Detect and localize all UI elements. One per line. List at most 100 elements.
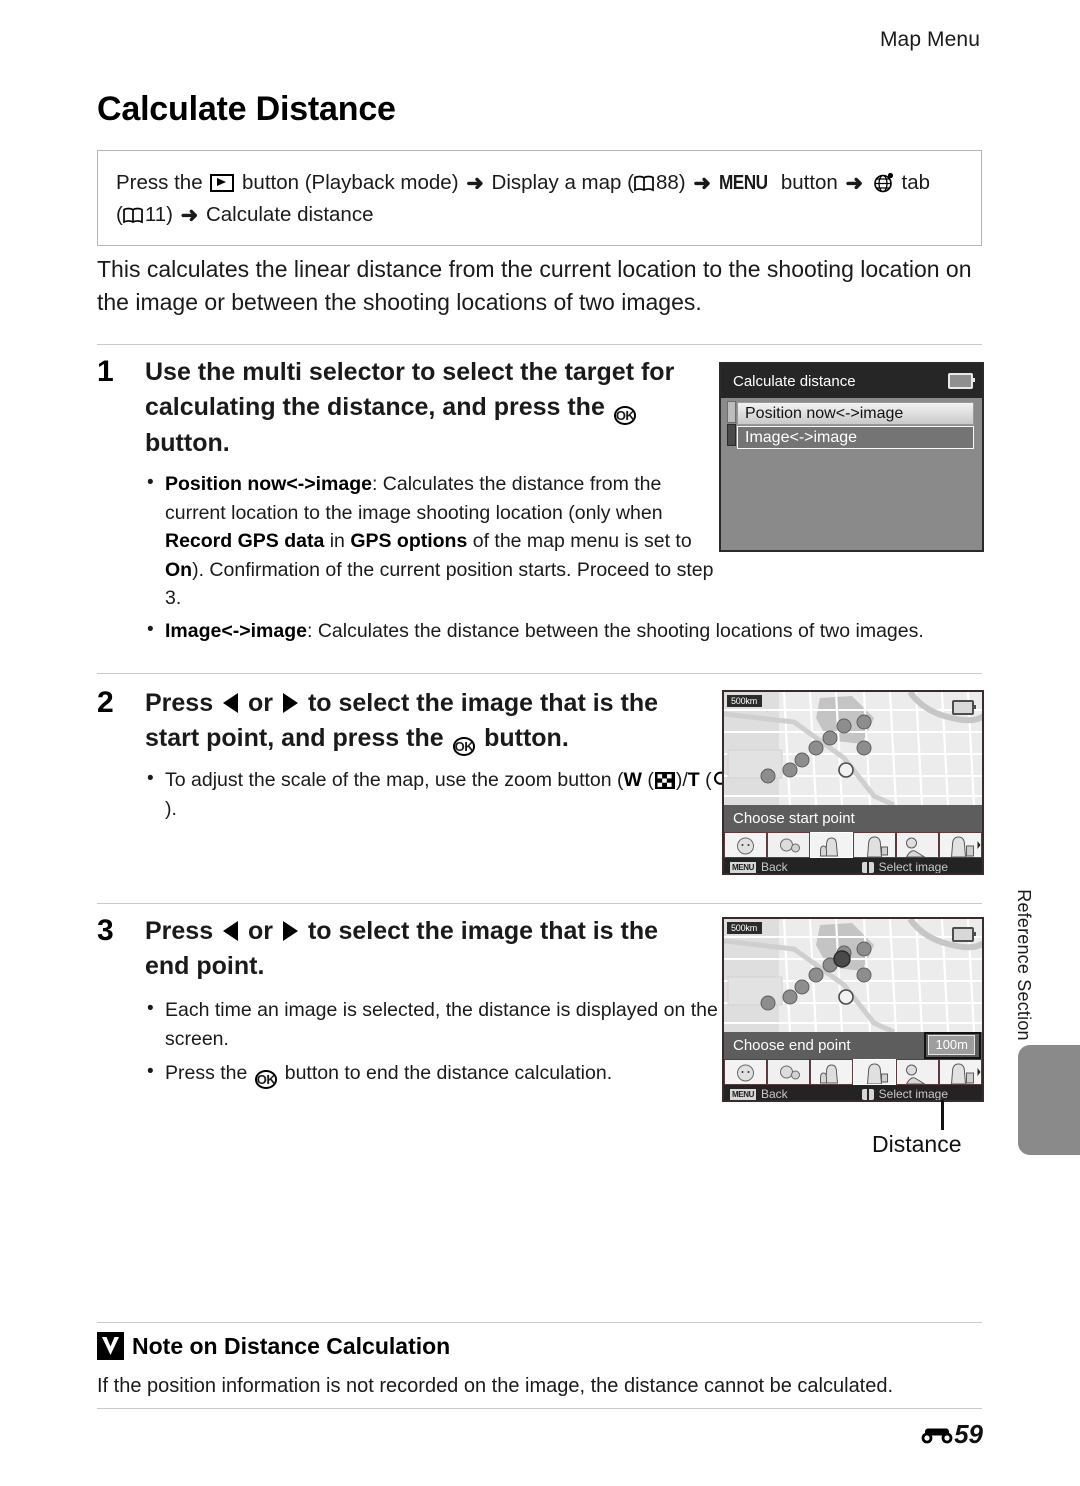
map-canvas-start (724, 692, 982, 805)
bullet-distance-displayed: Each time an image is selected, the dist… (145, 995, 740, 1053)
callout-leader-line (941, 1100, 944, 1130)
step-1-heading: Use the multi selector to select the tar… (145, 355, 700, 461)
thumbnail-6[interactable] (939, 832, 982, 858)
thumbnail-3-selected[interactable] (810, 832, 853, 858)
nav-tab-word: tab (901, 171, 931, 194)
reference-section-icon (921, 1428, 953, 1444)
step-2: 2 Press or to select the image that is t… (97, 686, 740, 824)
page-number: 59 (954, 1419, 983, 1449)
thumbnail-grid-icon (654, 772, 675, 789)
step-2-heading-or: or (248, 689, 274, 717)
camera-screen-choose-end-point: 500km Choose end point 100m MENU Back Se… (722, 917, 984, 1102)
ok-button-icon-3: OK (254, 1070, 278, 1089)
bullet-zoom-scale: To adjust the scale of the map, use the … (145, 765, 740, 823)
map-scale-label-end: 500km (727, 922, 763, 934)
menu-title: Calculate distance (733, 372, 856, 390)
divider-step2 (97, 673, 982, 674)
menu-scroll-indicator-1 (727, 401, 736, 423)
arrow-icon-3: ➜ (845, 172, 864, 195)
select-image-group-start: Select image (861, 858, 948, 873)
step-1-heading-text-b: button. (145, 429, 230, 457)
select-image-label-start[interactable]: Select image (879, 858, 948, 873)
thumbnail-1[interactable] (724, 832, 767, 858)
thumbnail-6-end[interactable] (939, 1059, 982, 1085)
left-right-chip-icon-end (861, 1089, 874, 1100)
bullet-zoom-text-a: To adjust the scale of the map, use the … (165, 769, 624, 791)
filmstrip-start (724, 832, 982, 858)
divider-step1 (97, 344, 982, 345)
divider-step3 (97, 903, 982, 904)
divider-note-bottom (97, 1408, 982, 1409)
thumbnail-2-end[interactable] (767, 1059, 810, 1085)
thumbnail-5-end[interactable] (896, 1059, 939, 1085)
bullet-image-image-text: : Calculates the distance between the sh… (306, 619, 924, 642)
nav-playback-mode: button (Playback mode) (242, 171, 459, 194)
step-2-heading: Press or to select the image that is the… (145, 686, 690, 757)
menu-item-image-image[interactable]: Image<->image (737, 426, 974, 449)
bold-gps-options: GPS options (350, 530, 468, 552)
menu-chip-icon-start: MENU (730, 862, 756, 873)
map-bottombar-end: MENU Back Select image (724, 1085, 982, 1100)
page-title: Calculate Distance (97, 90, 396, 128)
nav-display-map: Display a map ( (491, 171, 634, 194)
menu-item-position-now-image[interactable]: Position now<->image (737, 402, 974, 425)
select-image-group-end: Select image (861, 1085, 948, 1100)
multi-selector-left-icon-2 (223, 921, 239, 941)
side-tab-label: Reference Section (1014, 889, 1034, 1041)
nav-calculate-distance: Calculate distance (205, 203, 374, 226)
map-caption-end-text: Choose end point (733, 1037, 851, 1054)
map-caption-start: Choose start point (724, 805, 982, 832)
step-2-bullets: To adjust the scale of the map, use the … (145, 765, 740, 823)
battery-icon-map-start (952, 700, 976, 715)
bullet-zoom-text-b: ). (165, 797, 177, 820)
nav-page-ref-88: 88) (655, 171, 686, 194)
menu-button-icon: MENU (718, 172, 768, 194)
zoom-wide-label: W (623, 769, 642, 791)
multi-selector-left-icon (223, 693, 239, 713)
book-icon-2 (122, 207, 143, 223)
callout-label-distance: Distance (872, 1131, 962, 1157)
running-header: Map Menu (879, 28, 980, 51)
thumbnail-3-end[interactable] (810, 1059, 853, 1085)
distance-badge: 100m (928, 1035, 975, 1055)
book-icon (634, 175, 654, 191)
camera-screen-choose-start-point: 500km Choose start point MENU Back Selec… (722, 690, 984, 875)
arrow-icon-4: ➜ (180, 204, 199, 227)
bullet-term-position-now-image: Position now<->image (165, 473, 372, 495)
bold-record-gps-data: Record GPS data (165, 530, 325, 552)
bullet-press-ok-to-end: Press the OK button to end the distance … (145, 1058, 740, 1090)
intro-paragraph: This calculates the linear distance from… (97, 256, 972, 315)
back-label-start[interactable]: Back (761, 858, 788, 873)
bullet-press-ok-text-a: Press the (165, 1062, 248, 1084)
nav-page-ref-11: 11) (144, 203, 173, 226)
thumbnail-4[interactable] (853, 832, 896, 858)
arrow-icon: ➜ (466, 172, 484, 195)
bullet-distance-displayed-text: Each time an image is selected, the dist… (165, 999, 718, 1050)
thumbnail-1-end[interactable] (724, 1059, 767, 1085)
menu-titlebar: Calculate distance (721, 364, 982, 398)
back-label-end[interactable]: Back (761, 1085, 788, 1100)
bullet-text-b: in (324, 530, 351, 552)
bullet-image-image: Image<->image: Calculates the distance b… (145, 616, 1030, 646)
map-bottombar-start: MENU Back Select image (724, 858, 982, 873)
select-image-label-end[interactable]: Select image (879, 1085, 948, 1100)
step-3-heading-press: Press (145, 917, 214, 945)
multi-selector-right-icon-2 (282, 921, 298, 941)
step-2-heading-text: to select the image that is the start po… (145, 689, 659, 752)
bullet-press-ok-text-b: button to end the distance calculation. (284, 1062, 613, 1084)
nav-press-the: Press the (116, 171, 203, 194)
step-2-number: 2 (97, 686, 114, 719)
bold-on: On (165, 558, 193, 581)
bullet-position-now-image: Position now<->image: Calculates the dis… (145, 469, 725, 613)
multi-selector-right-icon (282, 693, 298, 713)
map-scale-label-start: 500km (727, 695, 763, 707)
thumbnail-2[interactable] (767, 832, 810, 858)
note-title: Note on Distance Calculation (97, 1332, 450, 1360)
thumbnail-4-end-selected[interactable] (853, 1059, 896, 1085)
map-caption-end: Choose end point 100m (724, 1032, 982, 1059)
menu-chip-icon-end: MENU (730, 1089, 756, 1100)
step-2-heading-press: Press (145, 689, 214, 717)
menu-list: Position now<->image Image<->image (721, 398, 982, 449)
thumbnail-5[interactable] (896, 832, 939, 858)
step-1-heading-text: Use the multi selector to select the tar… (145, 358, 675, 421)
